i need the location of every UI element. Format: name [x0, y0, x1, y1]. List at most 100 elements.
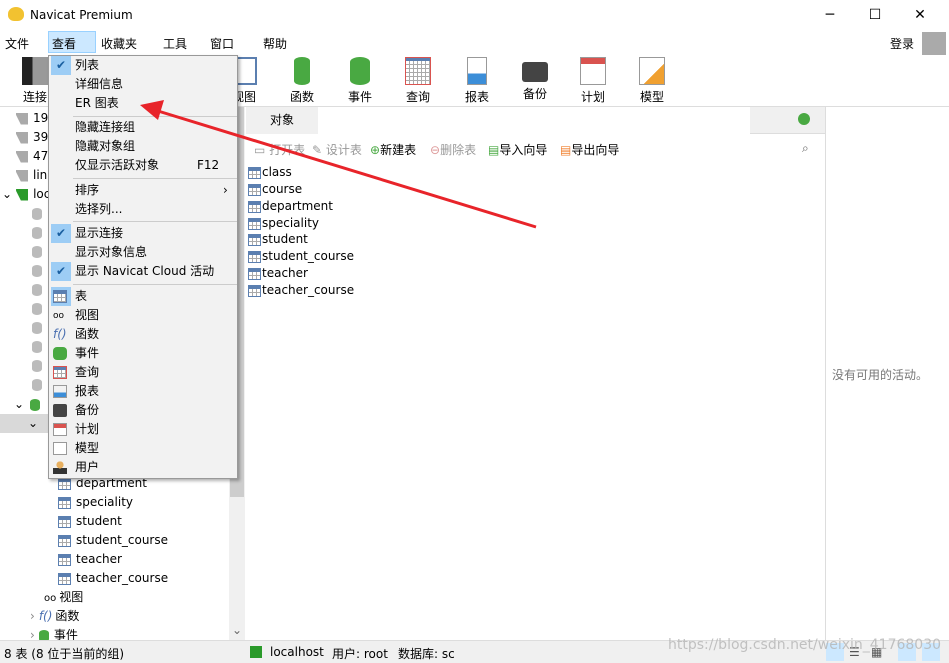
close-button[interactable]: ✕ — [905, 4, 935, 26]
activity-panel: 没有可用的活动。 — [825, 107, 949, 640]
function-icon: f() — [53, 327, 67, 341]
avatar[interactable] — [922, 32, 946, 56]
chevron-right-icon[interactable]: › — [30, 609, 35, 623]
search-icon[interactable]: ⌕ — [802, 141, 809, 156]
database-icon[interactable] — [32, 204, 47, 223]
list-item[interactable]: teacher_course — [248, 281, 354, 300]
tree-connection[interactable]: 19 — [16, 109, 48, 128]
table-icon — [248, 183, 261, 196]
menu-file[interactable]: 文件 — [5, 35, 29, 52]
chevron-down-icon[interactable]: ⌄ — [14, 397, 24, 411]
menu-view[interactable]: 查看 — [48, 31, 96, 53]
chevron-down-icon[interactable]: ⌄ — [2, 187, 12, 201]
toolbar-function-button[interactable]: 函数 — [277, 57, 327, 105]
database-icon[interactable] — [32, 280, 47, 299]
table-icon — [248, 250, 261, 263]
tree-connection[interactable]: 39 — [16, 128, 48, 147]
database-icon[interactable] — [32, 375, 47, 394]
menu-item-er-diagram[interactable]: ER 图表 — [49, 94, 237, 113]
table-icon — [58, 496, 71, 509]
table-icon — [58, 553, 71, 566]
tree-table[interactable]: teacher_course — [58, 569, 168, 588]
toolbar-backup-button[interactable]: 备份 — [510, 57, 560, 102]
menu-item-events[interactable]: 事件 — [49, 344, 237, 363]
new-table-button[interactable]: ⊕新建表 — [370, 141, 416, 158]
menu-item-queries[interactable]: 查询 — [49, 363, 237, 382]
tree-views[interactable]: oo 视图 — [44, 588, 83, 607]
app-logo-icon — [8, 7, 24, 21]
menu-separator — [73, 284, 237, 285]
new-tab-icon[interactable] — [798, 113, 810, 125]
database-icon[interactable] — [32, 337, 47, 356]
tab-objects[interactable]: 对象 — [246, 107, 318, 134]
menu-item-choose-columns[interactable]: 选择列... — [49, 200, 237, 219]
connection-icon — [16, 188, 29, 201]
menu-item-show-cloud-activity[interactable]: ✔ 显示 Navicat Cloud 活动 — [49, 262, 237, 281]
database-icon[interactable] — [32, 242, 47, 261]
export-icon: ▤ — [560, 143, 572, 157]
menu-item-details[interactable]: 详细信息 — [49, 75, 237, 94]
database-icon[interactable] — [32, 261, 47, 280]
query-icon — [53, 366, 67, 379]
menu-item-reports[interactable]: 报表 — [49, 382, 237, 401]
chevron-right-icon[interactable]: › — [30, 628, 35, 640]
database-icon[interactable] — [32, 299, 47, 318]
menu-item-hide-object-group[interactable]: 隐藏对象组 — [49, 137, 237, 156]
toolbar-schedule-button[interactable]: 计划 — [568, 57, 618, 105]
menu-item-show-object-info[interactable]: 显示对象信息 — [49, 243, 237, 262]
menu-item-list[interactable]: ✔ 列表 — [49, 56, 237, 75]
minimize-button[interactable]: ─ — [815, 4, 845, 26]
database-icon[interactable] — [32, 356, 47, 375]
table-icon — [248, 166, 261, 179]
status-connection: localhost — [270, 645, 324, 659]
menu-window[interactable]: 窗口 — [210, 35, 234, 52]
menu-item-active-objects-only[interactable]: 仅显示活跃对象 F12 — [49, 156, 237, 175]
import-wizard-button[interactable]: ▤导入向导 — [488, 141, 547, 158]
connection-icon — [16, 169, 28, 182]
user-icon — [53, 461, 67, 474]
open-table-button[interactable]: ▭ 打开表 — [254, 141, 305, 158]
toolbar-query-button[interactable]: 查询 — [393, 57, 443, 105]
menu-item-tables[interactable]: 表 — [49, 287, 237, 306]
menu-item-models[interactable]: 模型 — [49, 439, 237, 458]
toolbar-model-button[interactable]: 模型 — [627, 57, 677, 105]
login-button[interactable]: 登录 — [890, 35, 914, 52]
maximize-button[interactable]: ☐ — [860, 4, 890, 26]
chevron-down-icon[interactable]: ⌄ — [28, 416, 38, 430]
tree-events[interactable]: › 事件 — [30, 626, 78, 640]
scroll-down-icon[interactable]: ⌄ — [232, 623, 242, 637]
database-icon[interactable] — [32, 223, 47, 242]
table-icon — [58, 572, 71, 585]
menu-item-sort[interactable]: 排序 › — [49, 181, 237, 200]
database-sc[interactable]: ⌄ — [14, 395, 45, 414]
event-icon — [53, 347, 67, 360]
schedule-icon — [53, 423, 67, 436]
toolbar-report-button[interactable]: 报表 — [452, 57, 502, 105]
view-menu-dropdown: ✔ 列表 详细信息 ER 图表 隐藏连接组 隐藏对象组 仅显示活跃对象 F12 排序… — [48, 55, 238, 479]
menu-tools[interactable]: 工具 — [163, 35, 187, 52]
tree-table[interactable]: teacher — [58, 550, 122, 569]
database-icon[interactable] — [32, 318, 47, 337]
menu-favorites[interactable]: 收藏夹 — [101, 35, 137, 52]
schedule-icon — [580, 57, 606, 85]
menu-item-backups[interactable]: 备份 — [49, 401, 237, 420]
tree-connection[interactable]: 47 — [16, 147, 48, 166]
menu-item-users[interactable]: 用户 — [49, 458, 237, 477]
tree-connection[interactable]: lin — [16, 166, 47, 185]
tree-table[interactable]: student — [58, 512, 122, 531]
export-wizard-button[interactable]: ▤导出向导 — [560, 141, 619, 158]
menu-item-functions[interactable]: f() 函数 — [49, 325, 237, 344]
menu-item-show-connections[interactable]: ✔ 显示连接 — [49, 224, 237, 243]
tree-table[interactable]: student_course — [58, 531, 168, 550]
toolbar-event-button[interactable]: 事件 — [335, 57, 385, 105]
tree-table[interactable]: speciality — [58, 493, 133, 512]
connection-icon — [22, 57, 48, 85]
tree-connection-localhost[interactable]: ⌄ loc — [2, 185, 50, 204]
menu-item-schedules[interactable]: 计划 — [49, 420, 237, 439]
menu-item-hide-connection-group[interactable]: 隐藏连接组 — [49, 118, 237, 137]
tree-functions[interactable]: › f() 函数 — [30, 607, 79, 626]
menu-help[interactable]: 帮助 — [263, 35, 287, 52]
menu-item-views[interactable]: oo 视图 — [49, 306, 237, 325]
delete-table-button[interactable]: ⊖删除表 — [430, 141, 476, 158]
design-table-button[interactable]: ✎ 设计表 — [312, 141, 362, 158]
